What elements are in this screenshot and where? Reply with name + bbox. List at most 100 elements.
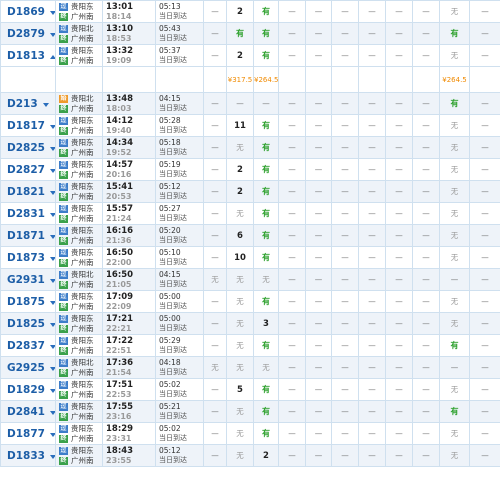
seat-availability-cell[interactable]: 无 [203, 268, 227, 291]
seat-availability-cell[interactable]: — [412, 422, 440, 445]
to-station-name[interactable]: 广州南 [71, 214, 94, 224]
seat-availability-cell[interactable]: — [331, 0, 359, 23]
train-number-link[interactable]: D1871 [7, 230, 45, 242]
seat-availability-cell[interactable]: 无 [203, 356, 227, 379]
seat-availability-cell[interactable]: 无 [226, 290, 254, 313]
seat-availability-cell[interactable]: — [439, 268, 470, 291]
seat-availability-cell[interactable]: — [469, 268, 500, 291]
seat-availability-cell[interactable]: — [305, 356, 332, 379]
seat-availability-cell[interactable]: — [278, 312, 306, 335]
seat-availability-cell[interactable]: — [203, 22, 227, 45]
seat-availability-cell[interactable]: — [385, 246, 413, 269]
seat-availability-cell[interactable]: 无 [226, 422, 254, 445]
to-station-name[interactable]: 广州南 [71, 456, 94, 466]
seat-availability-cell[interactable]: — [305, 334, 332, 357]
seat-availability-cell[interactable]: — [331, 378, 359, 401]
seat-availability-cell[interactable]: — [331, 312, 359, 335]
seat-availability-cell[interactable]: — [385, 224, 413, 247]
seat-availability-cell[interactable]: — [331, 180, 359, 203]
seat-availability-cell[interactable]: — [203, 246, 227, 269]
seat-availability-cell[interactable]: — [305, 246, 332, 269]
seat-availability-cell[interactable]: 无 [439, 180, 470, 203]
seat-availability-cell[interactable]: — [203, 422, 227, 445]
seat-availability-cell[interactable]: 有 [253, 422, 279, 445]
seat-availability-cell[interactable]: — [469, 224, 500, 247]
seat-availability-cell[interactable]: 2 [226, 180, 254, 203]
seat-availability-cell[interactable]: 6 [226, 224, 254, 247]
train-row[interactable]: D2879 过贵阳北终广州南 13:10 18:53 05:43 当日到达 — 有有 — — — — —… [0, 22, 500, 45]
to-station-name[interactable]: 广州南 [71, 126, 94, 136]
from-station-name[interactable]: 贵阳北 [71, 94, 94, 104]
seat-availability-cell[interactable]: — [203, 334, 227, 357]
train-number-link[interactable]: D2831 [7, 208, 45, 220]
seat-availability-cell[interactable]: — [439, 356, 470, 379]
seat-availability-cell[interactable]: — [358, 312, 386, 335]
train-number-link[interactable]: D2825 [7, 142, 45, 154]
train-row[interactable]: G2925 过贵阳北终广州南 17:36 21:54 04:18 当日到达无无无 — — — — —… [0, 356, 500, 379]
from-station-name[interactable]: 贵阳东 [71, 424, 94, 434]
seat-availability-cell[interactable]: — [412, 334, 440, 357]
train-number-link[interactable]: D1813 [7, 50, 45, 62]
seat-availability-cell[interactable]: — [385, 0, 413, 23]
seat-availability-cell[interactable]: — [385, 444, 413, 467]
seat-availability-cell[interactable]: — [305, 268, 332, 291]
seat-availability-cell[interactable]: 3 [253, 312, 279, 335]
seat-availability-cell[interactable]: — [358, 246, 386, 269]
seat-availability-cell[interactable]: — [412, 136, 440, 159]
seat-availability-cell[interactable]: — [203, 202, 227, 225]
seat-availability-cell[interactable]: 有 [253, 246, 279, 269]
seat-availability-cell[interactable]: — [305, 22, 332, 45]
train-row[interactable]: D1871 过贵阳东终广州南 16:16 21:36 05:20 当日到达 —6 有 — — — — —… [0, 224, 500, 247]
seat-availability-cell[interactable]: — [331, 202, 359, 225]
seat-availability-cell[interactable]: — [278, 114, 306, 137]
seat-availability-cell[interactable]: — [358, 378, 386, 401]
seat-availability-cell[interactable]: 2 [226, 0, 254, 23]
seat-availability-cell[interactable]: — [358, 202, 386, 225]
seat-availability-cell[interactable]: 无 [253, 356, 279, 379]
seat-availability-cell[interactable]: — [358, 268, 386, 291]
seat-availability-cell[interactable]: — [305, 158, 332, 181]
seat-availability-cell[interactable]: 无 [226, 356, 254, 379]
seat-availability-cell[interactable]: — [278, 92, 306, 115]
from-station-name[interactable]: 贵阳东 [71, 336, 94, 346]
seat-availability-cell[interactable]: — [358, 180, 386, 203]
to-station-name[interactable]: 广州南 [71, 258, 94, 268]
seat-availability-cell[interactable]: — [278, 180, 306, 203]
seat-availability-cell[interactable]: — [203, 114, 227, 137]
expand-stops-icon[interactable] [49, 32, 55, 37]
train-number-link[interactable]: D1825 [7, 318, 45, 330]
expand-stops-icon[interactable] [49, 322, 55, 327]
to-station-name[interactable]: 广州南 [71, 12, 94, 22]
expand-stops-icon[interactable] [49, 454, 55, 459]
seat-availability-cell[interactable]: — [358, 44, 386, 67]
seat-availability-cell[interactable]: — [203, 400, 227, 423]
seat-availability-cell[interactable]: — [331, 422, 359, 445]
seat-availability-cell[interactable]: — [278, 136, 306, 159]
seat-availability-cell[interactable]: — [331, 136, 359, 159]
seat-availability-cell[interactable]: — [412, 44, 440, 67]
seat-availability-cell[interactable]: 无 [439, 224, 470, 247]
seat-availability-cell[interactable]: — [305, 136, 332, 159]
seat-availability-cell[interactable]: — [385, 180, 413, 203]
seat-availability-cell[interactable]: — [469, 44, 500, 67]
seat-availability-cell[interactable]: 有 [253, 0, 279, 23]
from-station-name[interactable]: 贵阳东 [71, 314, 94, 324]
seat-availability-cell[interactable]: — [412, 202, 440, 225]
seat-availability-cell[interactable]: — [305, 400, 332, 423]
to-station-name[interactable]: 广州南 [71, 236, 94, 246]
seat-availability-cell[interactable]: — [358, 114, 386, 137]
seat-availability-cell[interactable]: 无 [439, 44, 470, 67]
seat-availability-cell[interactable]: — [305, 0, 332, 23]
seat-availability-cell[interactable]: — [469, 378, 500, 401]
seat-availability-cell[interactable]: — [305, 378, 332, 401]
seat-availability-cell[interactable]: — [469, 0, 500, 23]
train-row[interactable]: D1833 过贵阳东终广州南 18:43 23:55 05:12 当日到达 — 无 2— — — — —… [0, 444, 500, 467]
train-row[interactable]: G2931 过贵阳北终广州南 16:50 21:05 04:15 当日到达无无无 — — — — —… [0, 268, 500, 291]
seat-availability-cell[interactable]: 无 [439, 202, 470, 225]
train-number-link[interactable]: D2841 [7, 406, 45, 418]
seat-availability-cell[interactable]: 10 [226, 246, 254, 269]
seat-availability-cell[interactable]: — [278, 268, 306, 291]
expand-stops-icon[interactable] [49, 410, 55, 415]
seat-availability-cell[interactable]: — [358, 334, 386, 357]
seat-availability-cell[interactable]: — [203, 312, 227, 335]
